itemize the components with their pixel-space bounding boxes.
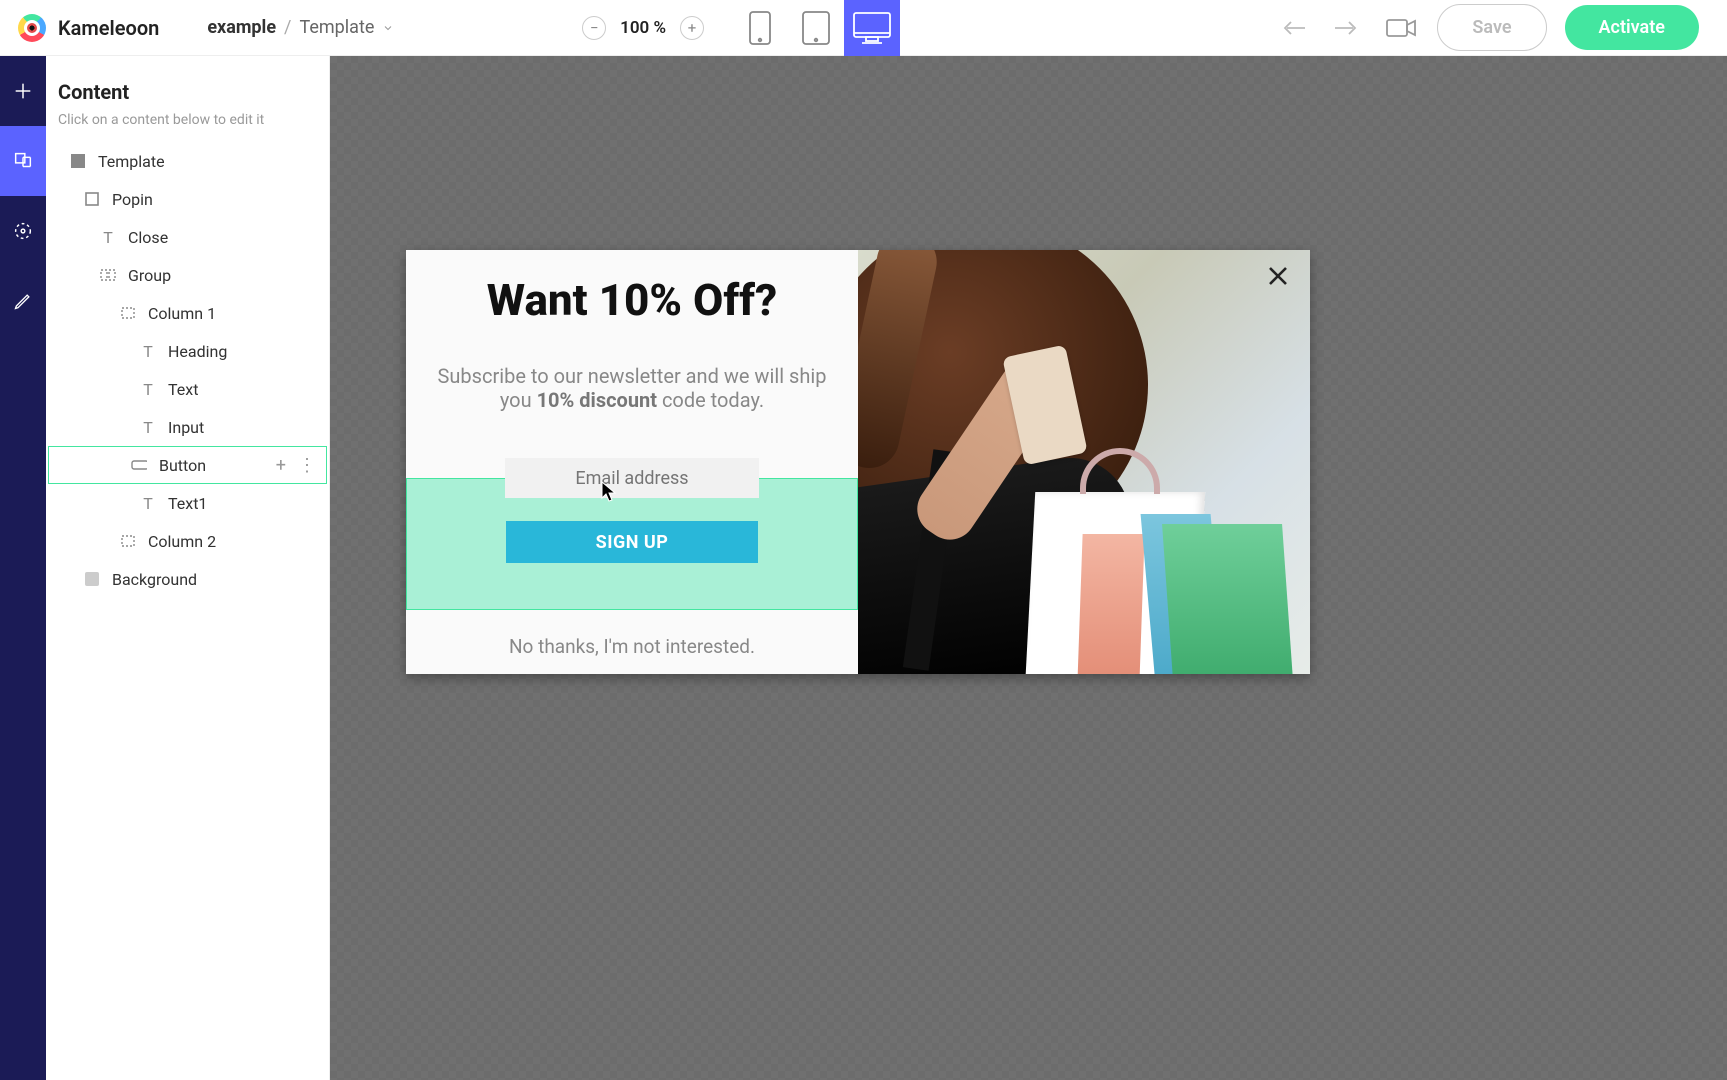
tree-label: Close xyxy=(128,228,168,247)
preview-button[interactable] xyxy=(1383,10,1419,46)
desktop-icon xyxy=(852,11,892,45)
right-tools: Save Activate xyxy=(1275,4,1727,51)
undo-icon xyxy=(1279,18,1307,38)
breadcrumb-separator: / xyxy=(284,17,291,38)
rail-edit-button[interactable] xyxy=(0,266,46,336)
brand-logo-icon xyxy=(18,14,46,42)
text-icon: T xyxy=(140,380,156,399)
breadcrumb[interactable]: example / Template xyxy=(207,17,394,38)
tree-item-button[interactable]: Button + ⋮ xyxy=(48,446,327,484)
device-tablet-button[interactable] xyxy=(788,0,844,56)
columns-icon xyxy=(100,269,116,281)
text-icon: T xyxy=(140,342,156,361)
tree-item-heading[interactable]: T Heading xyxy=(58,332,319,370)
tree-label: Popin xyxy=(112,190,153,209)
tree-item-group[interactable]: Group xyxy=(58,256,319,294)
device-switcher xyxy=(732,0,900,56)
layers-icon xyxy=(12,150,34,172)
nav-rail xyxy=(0,56,46,1080)
popup-close-button[interactable] xyxy=(1266,264,1290,288)
zoom-value: 100 % xyxy=(620,18,666,38)
tree-label: Button xyxy=(159,456,206,475)
popup-text[interactable]: Subscribe to our newsletter and we will … xyxy=(434,364,830,412)
rail-layers-button[interactable] xyxy=(0,126,46,196)
breadcrumb-project: example xyxy=(207,17,276,38)
image-icon xyxy=(84,572,100,586)
mouse-cursor-icon xyxy=(601,481,617,503)
tree-label: Input xyxy=(168,418,204,437)
tree-item-background[interactable]: Background xyxy=(58,560,319,598)
zoom-in-button[interactable]: + xyxy=(680,16,704,40)
device-mobile-button[interactable] xyxy=(732,0,788,56)
popup-left-column: Want 10% Off? Subscribe to our newslette… xyxy=(406,250,858,674)
popup-preview[interactable]: Want 10% Off? Subscribe to our newslette… xyxy=(406,250,1310,674)
canvas[interactable]: Want 10% Off? Subscribe to our newslette… xyxy=(330,56,1727,1080)
popup-heading[interactable]: Want 10% Off? xyxy=(487,276,777,324)
tree-item-actions: + ⋮ xyxy=(276,455,326,476)
tree-item-input[interactable]: T Input xyxy=(58,408,319,446)
tree-item-text[interactable]: T Text xyxy=(58,370,319,408)
tree-label: Text xyxy=(168,380,198,399)
zoom-out-button[interactable]: − xyxy=(582,16,606,40)
zoom-controls: − 100 % + xyxy=(582,16,704,40)
tree-label: Template xyxy=(98,152,165,171)
panel-title: Content xyxy=(58,80,319,104)
top-toolbar: Kameleoon example / Template − 100 % + xyxy=(0,0,1727,56)
square-outline-icon xyxy=(84,192,100,206)
tree-item-close[interactable]: T Close xyxy=(58,218,319,256)
redo-button[interactable] xyxy=(1329,10,1365,46)
tree-item-popin[interactable]: Popin xyxy=(58,180,319,218)
square-filled-icon xyxy=(70,154,86,168)
brand-name: Kameleoon xyxy=(58,16,159,40)
popup-footer-text[interactable]: No thanks, I'm not interested. xyxy=(406,635,858,658)
device-desktop-button[interactable] xyxy=(844,0,900,56)
tree-label: Text1 xyxy=(168,494,207,513)
mobile-icon xyxy=(748,10,772,46)
pencil-icon xyxy=(13,291,33,311)
logo-area: Kameleoon xyxy=(0,14,177,42)
close-icon xyxy=(1266,264,1290,288)
main-area: Content Click on a content below to edit… xyxy=(0,56,1727,1080)
redo-icon xyxy=(1333,18,1361,38)
text-icon: T xyxy=(140,418,156,437)
activate-button[interactable]: Activate xyxy=(1565,5,1699,50)
popup-right-column xyxy=(858,250,1310,674)
popup-text-bold: 10% discount xyxy=(537,388,657,412)
more-menu-button[interactable]: ⋮ xyxy=(298,455,316,476)
save-button[interactable]: Save xyxy=(1437,4,1546,51)
chevron-down-icon xyxy=(382,22,394,34)
tree-item-column2[interactable]: Column 2 xyxy=(58,522,319,560)
camera-icon xyxy=(1386,17,1416,39)
plus-icon xyxy=(12,80,34,102)
tablet-icon xyxy=(801,10,831,46)
tree-label: Background xyxy=(112,570,197,589)
target-icon xyxy=(12,220,34,242)
rail-target-button[interactable] xyxy=(0,196,46,266)
breadcrumb-page: Template xyxy=(299,17,374,38)
rail-add-button[interactable] xyxy=(0,56,46,126)
content-tree: Template Popin T Close Group Column 1 T … xyxy=(58,142,319,598)
column-icon xyxy=(120,307,136,319)
tree-label: Group xyxy=(128,266,171,285)
popup-signup-button[interactable]: SIGN UP xyxy=(506,521,758,563)
popup-image xyxy=(858,250,1310,674)
add-child-button[interactable]: + xyxy=(276,455,286,476)
tree-label: Column 2 xyxy=(148,532,216,551)
popup-text-post: code today. xyxy=(657,388,764,412)
popup-email-input[interactable] xyxy=(505,458,758,498)
content-panel: Content Click on a content below to edit… xyxy=(46,56,330,1080)
tree-item-template[interactable]: Template xyxy=(58,142,319,180)
tree-label: Heading xyxy=(168,342,227,361)
text-icon: T xyxy=(100,228,116,247)
column-icon xyxy=(120,535,136,547)
panel-subtitle: Click on a content below to edit it xyxy=(58,112,319,128)
tree-label: Column 1 xyxy=(148,304,216,323)
tree-item-column1[interactable]: Column 1 xyxy=(58,294,319,332)
text-icon: T xyxy=(140,494,156,513)
button-icon xyxy=(131,460,147,470)
tree-item-text1[interactable]: T Text1 xyxy=(58,484,319,522)
center-tools: − 100 % + xyxy=(582,0,900,56)
undo-button[interactable] xyxy=(1275,10,1311,46)
